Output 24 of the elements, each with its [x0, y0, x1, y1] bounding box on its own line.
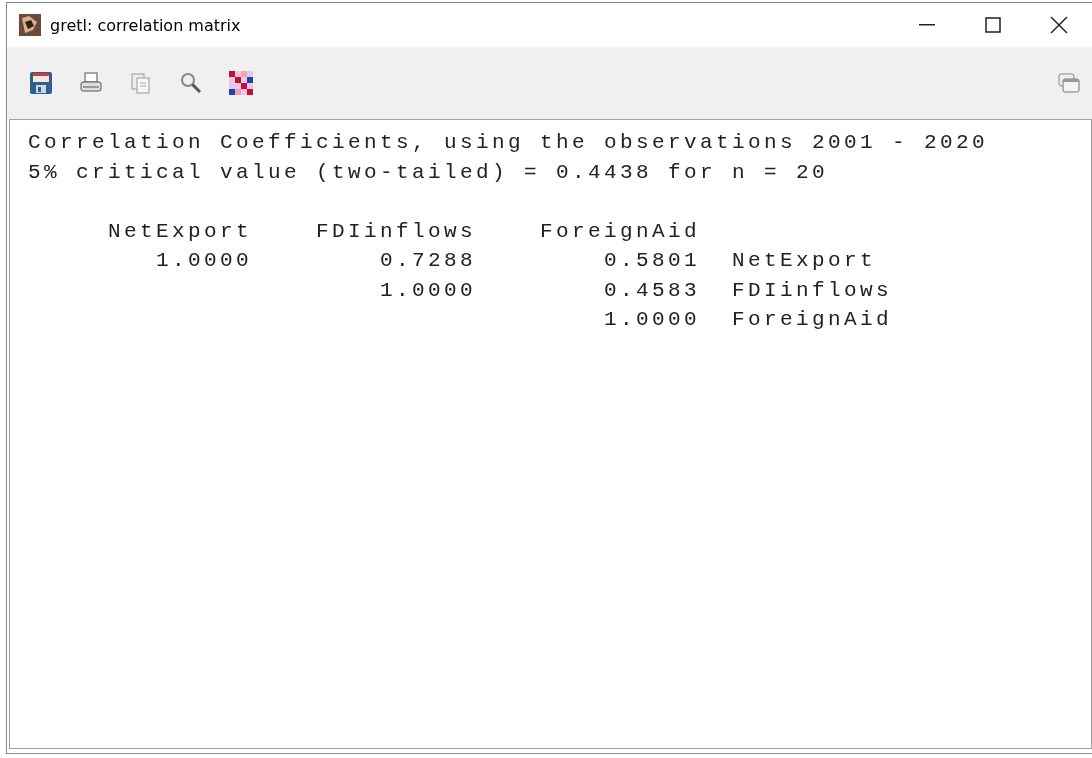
save-icon[interactable] [29, 71, 53, 95]
maximize-icon [985, 17, 1001, 33]
row-label: ForeignAid [732, 307, 893, 333]
windows-icon[interactable] [1058, 73, 1080, 93]
matrix-value: 0.4583 [604, 277, 700, 304]
row-label: NetExport [732, 248, 877, 274]
heatmap-icon[interactable] [229, 71, 253, 95]
row-label: FDIinflows [732, 277, 893, 304]
matrix-value: 0.5801 [604, 248, 700, 274]
column-header: FDIinflows [315, 218, 476, 245]
window-title: gretl: correlation matrix [50, 15, 242, 35]
output-line: Correlation Coefficients, using the observations 2001 - 2020 [28, 130, 989, 156]
matrix-value: 1.0000 [604, 307, 700, 333]
column-header: ForeignAid [539, 218, 700, 245]
output-line: 5% critical value (two-tailed) = 0.4438 for n = 20 [28, 159, 829, 186]
matrix-value: 1.0000 [380, 277, 476, 304]
matrix-value: 0.7288 [380, 248, 476, 274]
search-icon[interactable] [179, 71, 203, 95]
print-icon[interactable] [79, 71, 103, 95]
matrix-value: 1.0000 [156, 248, 252, 274]
minimize-icon [919, 24, 935, 26]
app-icon [19, 14, 41, 36]
column-header: NetExport [107, 218, 252, 245]
close-icon [1050, 16, 1068, 34]
